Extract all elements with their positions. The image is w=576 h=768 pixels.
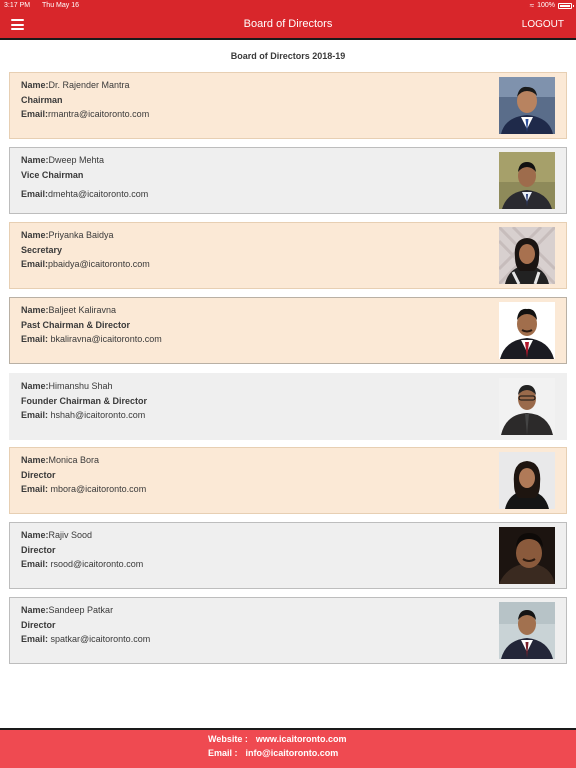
- footer-website-link[interactable]: www.icaitoronto.com: [256, 734, 347, 744]
- member-card[interactable]: Name:Rajiv Sood Director Email: rsood@ic…: [9, 522, 567, 589]
- member-name: Himanshu Shah: [48, 381, 113, 391]
- member-photo: [499, 302, 555, 359]
- member-photo: [499, 77, 555, 134]
- footer-email-row: Email : info@icaitoronto.com: [208, 748, 338, 758]
- member-title: Past Chairman & Director: [21, 320, 131, 330]
- member-name: Rajiv Sood: [48, 530, 93, 540]
- footer-email-link[interactable]: info@icaitoronto.com: [246, 748, 339, 758]
- member-email[interactable]: rmantra@icaitoronto.com: [48, 109, 149, 119]
- member-card[interactable]: Name:Dweep Mehta Vice Chairman Email:dme…: [9, 147, 567, 214]
- member-card[interactable]: Name:Priyanka Baidya Secretary Email:pba…: [9, 222, 567, 289]
- battery-icon: [558, 2, 574, 9]
- status-time: 3:17 PM: [4, 2, 31, 9]
- member-photo: [499, 152, 555, 209]
- member-name-line: Name:Dweep Mehta: [21, 155, 105, 165]
- footer-website-label: Website :: [208, 734, 248, 744]
- member-title: Director: [21, 545, 56, 555]
- member-email[interactable]: pbaidya@icaitoronto.com: [48, 259, 150, 269]
- member-name-line: Name:Dr. Rajender Mantra: [21, 80, 130, 90]
- member-photo: [499, 452, 555, 509]
- member-title: Secretary: [21, 245, 63, 255]
- member-card[interactable]: Name:Sandeep Patkar Director Email: spat…: [9, 597, 567, 664]
- member-photo: [499, 527, 555, 584]
- member-email[interactable]: spatkar@icaitoronto.com: [48, 634, 151, 644]
- member-email[interactable]: rsood@icaitoronto.com: [48, 559, 144, 569]
- member-title: Founder Chairman & Director: [21, 396, 148, 406]
- member-name: Sandeep Patkar: [48, 605, 114, 615]
- wifi-icon: ≈: [529, 1, 535, 10]
- member-title: Director: [21, 470, 56, 480]
- member-email-line: Email:dmehta@icaitoronto.com: [21, 189, 149, 199]
- member-photo: [499, 378, 555, 435]
- member-email-line: Email:pbaidya@icaitoronto.com: [21, 259, 150, 269]
- member-name: Priyanka Baidya: [48, 230, 114, 240]
- member-photo: [499, 602, 555, 659]
- battery-percent: 100%: [537, 2, 555, 9]
- member-email-line: Email: mbora@icaitoronto.com: [21, 484, 147, 494]
- member-card[interactable]: Name:Himanshu Shah Founder Chairman & Di…: [9, 373, 567, 440]
- member-title: Director: [21, 620, 56, 630]
- member-email-line: Email: spatkar@icaitoronto.com: [21, 634, 151, 644]
- status-bar: 3:17 PM Thu May 16 ≈ 100%: [0, 0, 576, 11]
- status-date: Thu May 16: [42, 2, 79, 9]
- member-name: Dweep Mehta: [48, 155, 105, 165]
- member-email-line: Email: bkaliravna@icaitoronto.com: [21, 334, 162, 344]
- member-email[interactable]: bkaliravna@icaitoronto.com: [48, 334, 162, 344]
- member-card[interactable]: Name:Monica Bora Director Email: mbora@i…: [9, 447, 567, 514]
- page-title: Board of Directors: [243, 18, 333, 30]
- member-name-line: Name:Priyanka Baidya: [21, 230, 114, 240]
- member-name-line: Name:Monica Bora: [21, 455, 100, 465]
- member-photo: [499, 227, 555, 284]
- member-name: Monica Bora: [48, 455, 100, 465]
- member-email-line: Email:rmantra@icaitoronto.com: [21, 109, 150, 119]
- member-email[interactable]: mbora@icaitoronto.com: [48, 484, 147, 494]
- member-title: Chairman: [21, 95, 63, 105]
- section-heading: Board of Directors 2018-19: [230, 51, 346, 61]
- member-email-line: Email: hshah@icaitoronto.com: [21, 410, 146, 420]
- member-name: Baljeet Kaliravna: [48, 305, 117, 315]
- logout-button[interactable]: LOGOUT: [522, 11, 564, 38]
- footer-website-row: Website : www.icaitoronto.com: [208, 734, 347, 744]
- member-name-line: Name:Himanshu Shah: [21, 381, 113, 391]
- member-title: Vice Chairman: [21, 170, 84, 180]
- member-email-line: Email: rsood@icaitoronto.com: [21, 559, 144, 569]
- member-name-line: Name:Rajiv Sood: [21, 530, 93, 540]
- member-name-line: Name:Baljeet Kaliravna: [21, 305, 117, 315]
- footer-email-label: Email :: [208, 748, 238, 758]
- member-card[interactable]: Name:Baljeet Kaliravna Past Chairman & D…: [9, 297, 567, 364]
- member-email[interactable]: hshah@icaitoronto.com: [48, 410, 146, 420]
- member-name-line: Name:Sandeep Patkar: [21, 605, 114, 615]
- member-card[interactable]: Name:Dr. Rajender Mantra Chairman Email:…: [9, 72, 567, 139]
- nav-bar: Board of Directors LOGOUT: [0, 11, 576, 40]
- member-name: Dr. Rajender Mantra: [48, 80, 130, 90]
- footer: Website : www.icaitoronto.com Email : info…: [0, 728, 576, 768]
- member-email[interactable]: dmehta@icaitoronto.com: [48, 189, 148, 199]
